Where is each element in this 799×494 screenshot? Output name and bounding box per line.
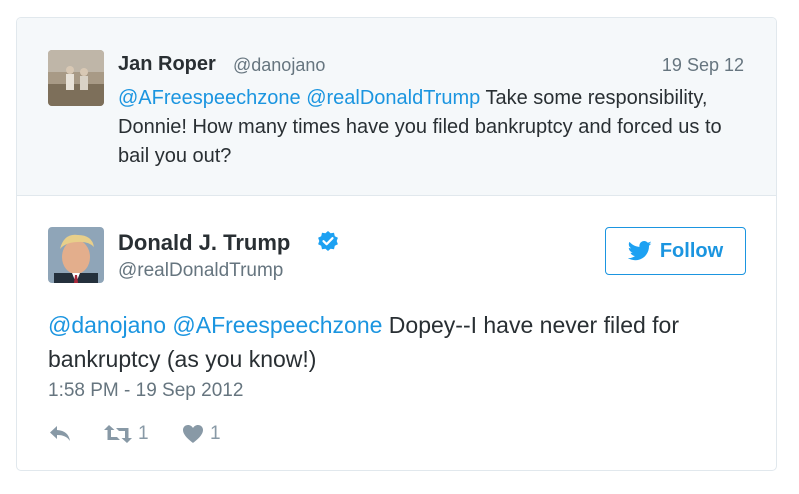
tweet-date[interactable]: 19 Sep 12 bbox=[662, 55, 744, 76]
mention-link[interactable]: @danojano bbox=[48, 312, 166, 338]
follow-button[interactable]: Follow bbox=[605, 227, 746, 275]
author-handle[interactable]: @realDonaldTrump bbox=[118, 260, 283, 282]
verified-badge-icon bbox=[316, 230, 340, 254]
like-button[interactable]: 1 bbox=[182, 423, 221, 445]
like-count: 1 bbox=[210, 423, 221, 444]
retweet-count: 1 bbox=[138, 423, 149, 444]
mention-link[interactable]: @realDonaldTrump bbox=[306, 87, 480, 109]
retweet-icon bbox=[104, 425, 132, 443]
twitter-bird-icon bbox=[627, 241, 652, 261]
avatar[interactable] bbox=[48, 50, 104, 106]
author-name[interactable]: Jan Roper bbox=[118, 53, 216, 76]
reply-button[interactable] bbox=[48, 423, 72, 443]
mention-link[interactable]: @AFreespeechzone bbox=[172, 312, 382, 338]
reply-icon bbox=[50, 426, 70, 441]
tweet-embed-card: Jan Roper @danojano 19 Sep 12 @AFreespee… bbox=[16, 17, 777, 471]
author-handle[interactable]: @danojano bbox=[233, 55, 325, 76]
author-name[interactable]: Donald J. Trump bbox=[118, 230, 290, 256]
tweet-text: @AFreespeechzone @realDonaldTrump Take s… bbox=[118, 84, 758, 171]
tweet-timestamp[interactable]: 1:58 PM - 19 Sep 2012 bbox=[48, 380, 243, 402]
heart-icon bbox=[183, 425, 203, 443]
retweet-button[interactable]: 1 bbox=[104, 423, 149, 445]
avatar[interactable] bbox=[48, 227, 104, 283]
follow-label: Follow bbox=[659, 239, 724, 262]
tweet-text: @danojano @AFreespeechzone Dopey--I have… bbox=[48, 308, 748, 376]
in-reply-to-tweet[interactable]: Jan Roper @danojano 19 Sep 12 @AFreespee… bbox=[17, 18, 776, 196]
mention-link[interactable]: @AFreespeechzone bbox=[118, 87, 301, 109]
